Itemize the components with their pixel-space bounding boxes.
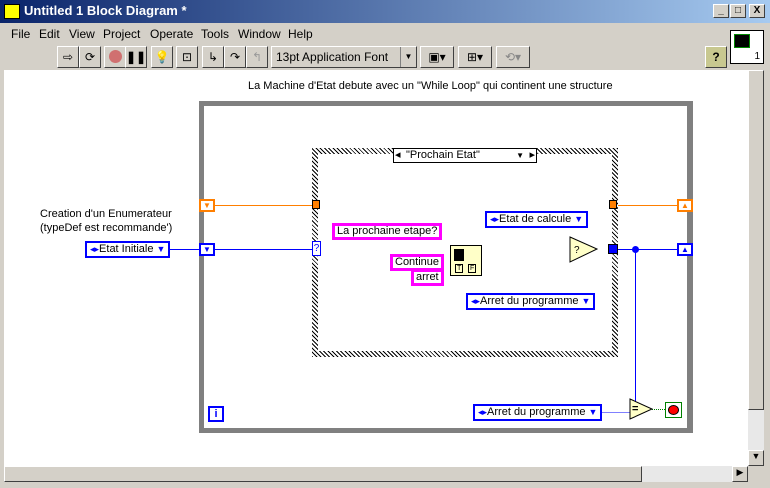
scroll-right-button[interactable]: ▶ [732,466,748,482]
enum-comment-line2: (typeDef est recommande') [40,222,173,234]
wire-junction [632,246,639,253]
stop-icon [668,405,679,415]
close-button[interactable]: X [749,4,765,18]
case-selector-label[interactable]: ◂ "Prochain Etat" ▼ ▸ [393,148,537,163]
pause-icon[interactable]: ❚❚ [125,46,147,68]
iteration-terminal: i [208,406,224,422]
menu-file[interactable]: File [11,27,30,41]
step-into-icon[interactable]: ↳ [202,46,224,68]
shift-register-right-enum[interactable]: ▲ [677,243,693,256]
horizontal-scroll-thumb[interactable] [4,466,642,482]
vertical-scroll-thumb[interactable] [748,70,764,410]
scroll-down-button[interactable]: ▼ [748,450,764,466]
run-continuously-icon[interactable]: ⟳ [79,46,101,68]
enum-constant-compare[interactable]: ◂▸Arret du programme ▼ [473,404,603,421]
menu-help[interactable]: Help [288,27,313,41]
tunnel-cluster-right [609,200,617,209]
help-button[interactable]: ? [705,46,727,68]
distribute-objects-icon[interactable]: ⊞▾ [458,46,492,68]
shift-register-left-cluster[interactable]: ▼ [199,199,215,212]
prompt-string-constant[interactable]: La prochaine etape? [332,223,443,240]
menu-window[interactable]: Window [238,27,281,41]
dialog-false-label: F [468,264,477,273]
chevron-down-icon[interactable]: ▼ [516,149,524,162]
labview-icon [4,4,20,19]
enum-constant-initial[interactable]: ◂▸Etat Initiale ▼ [85,241,171,258]
menu-project[interactable]: Project [103,27,140,41]
tunnel-cluster-left [312,200,320,209]
step-over-icon[interactable]: ↷ [224,46,246,68]
stop-terminal[interactable] [665,402,682,418]
align-objects-icon[interactable]: ▣▾ [420,46,454,68]
retain-wire-values-icon[interactable]: ⊡ [176,46,198,68]
title-bar: Untitled 1 Block Diagram * [0,0,770,23]
highlight-execution-icon[interactable]: 💡 [151,46,173,68]
enum-value: Arret du programme [480,295,579,307]
menu-tools[interactable]: Tools [201,27,229,41]
diagram-comment: La Machine d'Etat debute avec un "While … [248,80,613,92]
select-node[interactable]: ? [569,236,599,264]
decrement-case-icon[interactable]: ◂ [395,149,401,162]
tunnel-enum-right [608,244,618,254]
enum-value: Arret du programme [487,406,586,418]
equal-symbol: = [632,403,639,415]
vi-icon[interactable]: 1 [730,30,764,64]
window-title: Untitled 1 Block Diagram * [24,3,187,18]
reorder-icon[interactable]: ⟲▾ [496,46,530,68]
font-value: 13pt Application Font [276,50,389,64]
abort-icon[interactable] [104,46,126,68]
dialog-icon [454,249,464,261]
svg-text:?: ? [574,245,580,256]
increment-case-icon[interactable]: ▸ [529,149,535,162]
two-button-dialog-node[interactable]: T F [450,245,482,276]
enum-value: Etat de calcule [499,213,572,225]
vi-icon-number: 1 [754,51,760,62]
enum-constant-true[interactable]: ◂▸Etat de calcule ▼ [485,211,589,228]
enum-wire-selector [214,249,314,250]
enum-value: Etat Initiale [99,243,154,255]
step-out-icon[interactable]: ↰ [246,46,268,68]
case-selector-terminal[interactable]: ? [312,241,321,256]
button2-string-constant[interactable]: arret [411,269,444,286]
menu-edit[interactable]: Edit [39,27,60,41]
shift-register-left-enum[interactable]: ▼ [199,243,215,256]
case-name: "Prochain Etat" [406,149,480,161]
enum-comment-line1: Creation d'un Enumerateur [40,208,172,220]
enum-constant-false[interactable]: ◂▸Arret du programme ▼ [466,293,596,310]
font-dropdown[interactable]: 13pt Application Font ▼ [271,46,417,68]
enum-wire-compare [635,249,636,409]
maximize-button[interactable]: □ [730,4,746,18]
menu-operate[interactable]: Operate [150,27,193,41]
dialog-true-label: T [455,264,464,273]
enum-wire-in [166,249,202,250]
chevron-down-icon: ▼ [400,47,416,67]
minimize-button[interactable]: _ [713,4,729,18]
shift-register-right-cluster[interactable]: ▲ [677,199,693,212]
run-arrow-icon[interactable]: ⇨ [57,46,79,68]
menu-view[interactable]: View [69,27,95,41]
